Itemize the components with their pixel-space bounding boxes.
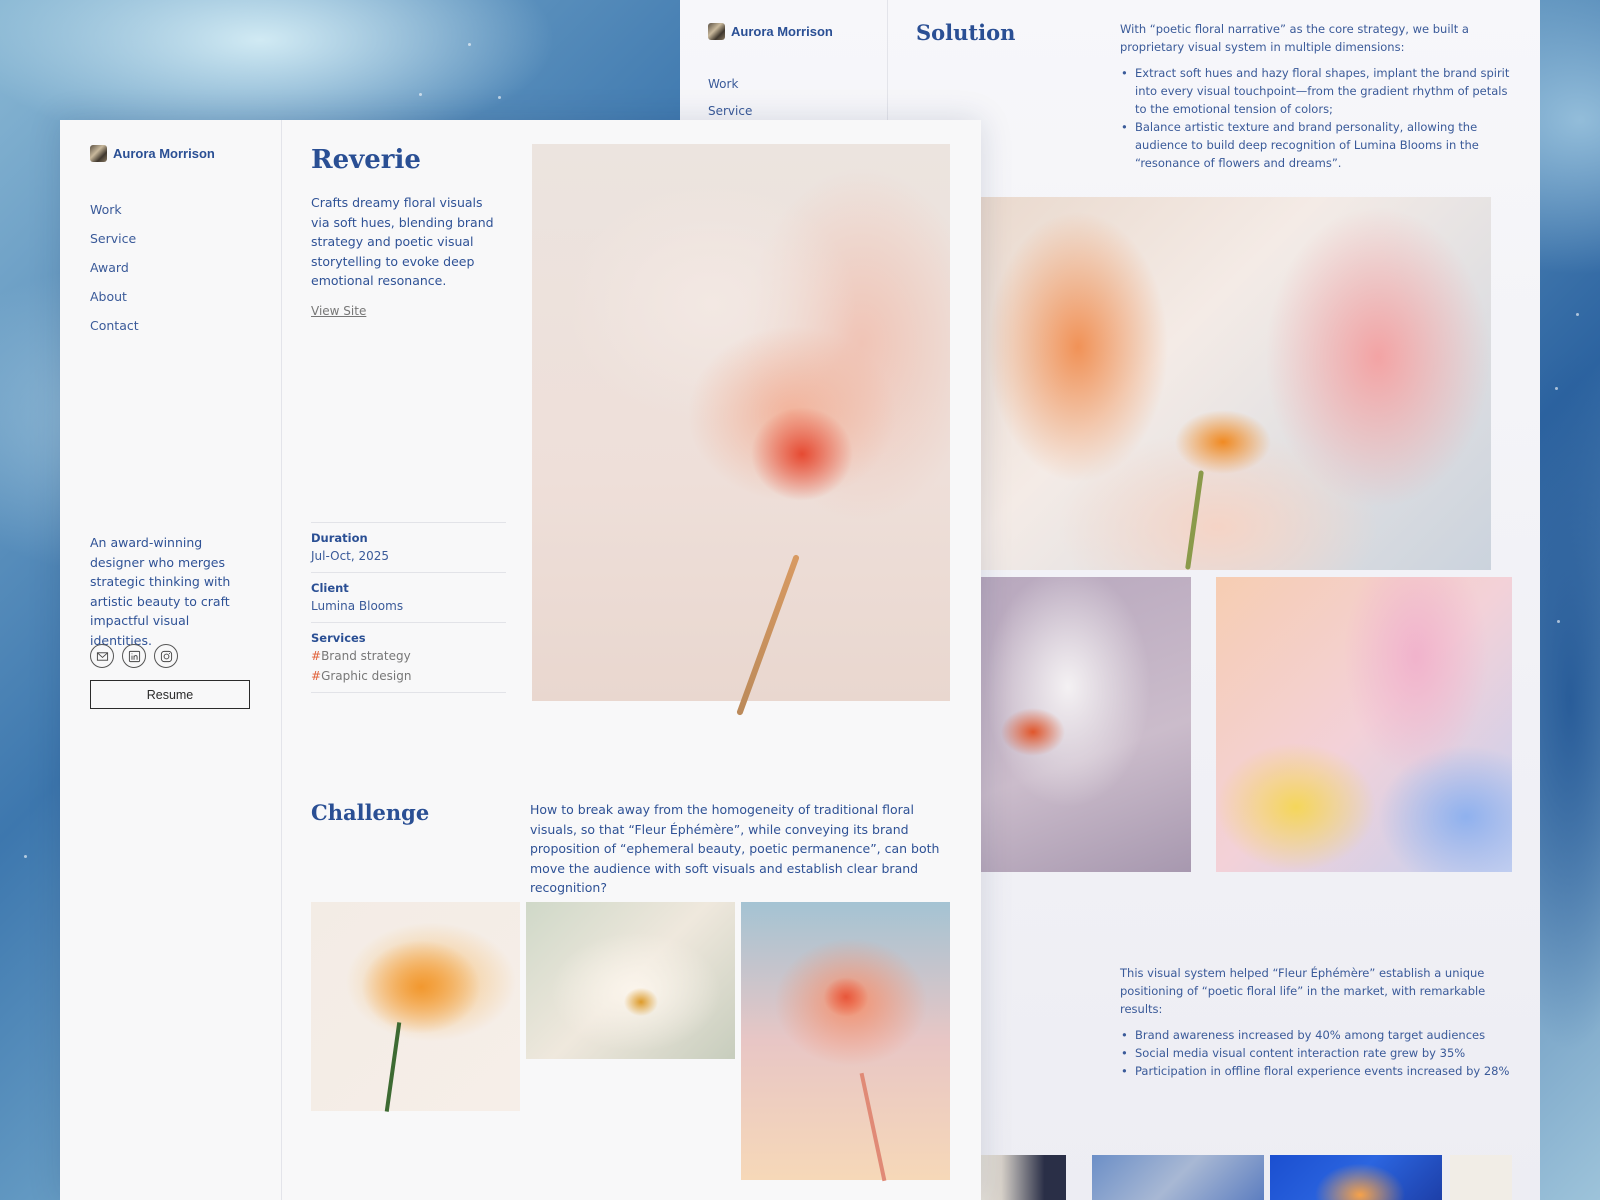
meta-value: Lumina Blooms — [311, 599, 404, 613]
solution-image-white-petal — [958, 577, 1191, 872]
solution-bullet: Balance artistic texture and brand perso… — [1120, 118, 1520, 172]
background-sparkle — [1576, 313, 1579, 316]
nav-item-work[interactable]: Work — [90, 202, 139, 231]
hero-image — [532, 144, 950, 701]
designer-bio: An award-winning designer who merges str… — [90, 535, 231, 648]
nav-item-contact[interactable]: Contact — [90, 318, 139, 347]
challenge-title: Challenge — [311, 800, 430, 825]
flower-stem — [384, 1022, 402, 1112]
project-meta: Duration Jul-Oct, 2025 Client Lumina Blo… — [311, 522, 506, 693]
mail-icon[interactable] — [90, 644, 114, 668]
nav-item-award[interactable]: Award — [90, 260, 139, 289]
front-page: Aurora Morrison Work Service Award About… — [60, 120, 981, 1200]
back-nav-item-work[interactable]: Work — [708, 77, 752, 104]
gallery-image-coral-flower — [741, 902, 950, 1182]
social-links — [90, 644, 178, 668]
gallery-image-white-flower — [526, 902, 735, 1059]
service-tag: #Graphic design — [311, 667, 506, 687]
background-sparkle — [1555, 387, 1558, 390]
impact-bullets: Brand awareness increased by 40% among t… — [1120, 1026, 1520, 1080]
linkedin-icon[interactable] — [122, 644, 146, 668]
service-tag-label: Graphic design — [321, 668, 412, 683]
background-sparkle — [24, 855, 27, 858]
impact-bullet: Participation in offline floral experien… — [1120, 1062, 1520, 1080]
back-brand[interactable]: Aurora Morrison — [708, 23, 833, 40]
impact-bullet: Brand awareness increased by 40% among t… — [1120, 1026, 1520, 1044]
background-sparkle — [1557, 620, 1560, 623]
project-title: Reverie — [311, 145, 421, 175]
flower-stem — [859, 1072, 887, 1182]
view-site-link[interactable]: View Site — [311, 304, 366, 318]
challenge-text: How to break away from the homogeneity o… — [530, 802, 940, 896]
avatar — [90, 145, 107, 162]
solution-intro: With “poetic floral narrative” as the co… — [1120, 22, 1469, 54]
solution-text: With “poetic floral narrative” as the co… — [1120, 20, 1520, 172]
nav-item-about[interactable]: About — [90, 289, 139, 318]
hash-mark: # — [311, 649, 322, 663]
gallery-thumb — [1270, 1155, 1442, 1200]
brand-name: Aurora Morrison — [731, 24, 833, 39]
back-sidebar: Aurora Morrison Work Service — [680, 0, 888, 120]
background-sparkle — [468, 43, 471, 46]
solution-image-poppy — [958, 197, 1491, 570]
project-description: Crafts dreamy floral visuals via soft hu… — [311, 195, 494, 289]
impact-intro: This visual system helped “Fleur Éphémèr… — [1120, 966, 1486, 1016]
background-sparkle — [498, 96, 501, 99]
solution-bullet: Extract soft hues and hazy floral shapes… — [1120, 64, 1520, 118]
instagram-icon[interactable] — [154, 644, 178, 668]
brand-logo[interactable]: Aurora Morrison — [90, 145, 215, 162]
meta-client: Client Lumina Blooms — [311, 572, 506, 622]
gallery-thumb — [1450, 1155, 1512, 1200]
main-nav: Work Service Award About Contact — [90, 202, 139, 347]
sidebar: Aurora Morrison Work Service Award About… — [60, 120, 282, 1200]
service-tag: #Brand strategy — [311, 647, 506, 667]
nav-item-service[interactable]: Service — [90, 231, 139, 260]
impact-bullet: Social media visual content interaction … — [1120, 1044, 1520, 1062]
solution-title: Solution — [916, 20, 1016, 45]
meta-label: Client — [311, 581, 349, 595]
gallery-image-orange-flower — [311, 902, 520, 1112]
impact-text: This visual system helped “Fleur Éphémèr… — [1120, 964, 1520, 1080]
meta-label: Services — [311, 631, 366, 645]
meta-label: Duration — [311, 531, 368, 545]
hash-mark: # — [311, 668, 322, 683]
service-tag-label: Brand strategy — [321, 649, 411, 663]
meta-value: Jul-Oct, 2025 — [311, 549, 390, 563]
resume-button[interactable]: Resume — [90, 680, 250, 709]
solution-bullets: Extract soft hues and hazy floral shapes… — [1120, 64, 1520, 172]
brand-name: Aurora Morrison — [113, 146, 215, 161]
meta-services: Services #Brand strategy #Graphic design — [311, 622, 506, 693]
gallery-thumb — [1092, 1155, 1264, 1200]
solution-image-pink-petal — [1216, 577, 1512, 872]
background-sparkle — [419, 93, 422, 96]
avatar — [708, 23, 725, 40]
meta-duration: Duration Jul-Oct, 2025 — [311, 522, 506, 572]
